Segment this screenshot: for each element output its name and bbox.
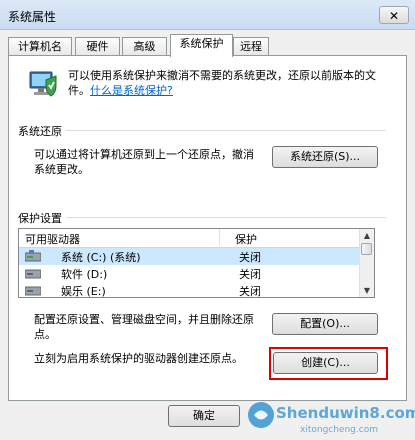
create-description: 立刻为启用系统保护的驱动器创建还原点。: [34, 352, 243, 365]
configure-description: 配置还原设置、管理磁盘空间，并且删除还原点。: [34, 313, 254, 341]
drive-status: 关闭: [239, 251, 261, 264]
protection-divider: [18, 217, 386, 218]
column-available-drives[interactable]: 可用驱动器: [25, 231, 80, 247]
tab-remote[interactable]: 远程: [233, 37, 269, 56]
drive-name: 软件 (D:): [61, 268, 108, 281]
drive-list[interactable]: 可用驱动器 保护 系统 (C:) (系统) 关闭 软件 (D:) 关闭 娱乐 (…: [18, 228, 375, 298]
tab-system-protection[interactable]: 系统保护: [170, 34, 233, 57]
watermark-url: xitongcheng.com: [300, 425, 378, 435]
restore-divider: [18, 130, 386, 131]
system-drive-icon: [25, 250, 41, 262]
window-title: 系统属性: [8, 10, 57, 24]
drive-status: 关闭: [239, 285, 261, 298]
scroll-up-icon[interactable]: ▲: [360, 229, 374, 242]
drive-status: 关闭: [239, 268, 261, 281]
drive-icon: [25, 286, 41, 296]
column-protection[interactable]: 保护: [235, 231, 257, 247]
column-divider: [219, 229, 220, 245]
intro-text-block: 可以使用系统保护来撤消不需要的系统更改，还原以前版本的文件。什么是系统保护?: [68, 68, 393, 98]
watermark-brand: Shenduwin8.com: [276, 404, 415, 422]
ok-button[interactable]: 确定: [168, 405, 240, 427]
close-button[interactable]: ✕: [379, 6, 409, 24]
drive-list-header: 可用驱动器 保护: [19, 229, 362, 248]
title-bar: 系统属性 ✕: [0, 0, 415, 30]
scroll-thumb[interactable]: [361, 243, 372, 255]
drive-name: 系统 (C:) (系统): [61, 251, 141, 264]
system-restore-button[interactable]: 系统还原(S)...: [272, 146, 378, 168]
tab-advanced[interactable]: 高级: [122, 37, 167, 56]
configure-button[interactable]: 配置(O)...: [272, 313, 378, 335]
create-button[interactable]: 创建(C)...: [273, 352, 378, 374]
drive-row-d[interactable]: 软件 (D:) 关闭: [19, 265, 362, 282]
restore-section-label: 系统还原: [18, 123, 66, 139]
drive-name: 娱乐 (E:): [61, 285, 106, 298]
site-logo-icon: [248, 402, 274, 428]
drive-row-e[interactable]: 娱乐 (E:) 关闭: [19, 282, 362, 298]
drive-icon: [25, 269, 41, 279]
computer-shield-icon: [29, 71, 57, 97]
restore-description: 可以通过将计算机还原到上一个还原点，撤消系统更改。: [34, 148, 254, 176]
drive-row-c[interactable]: 系统 (C:) (系统) 关闭: [19, 248, 362, 265]
close-icon: ✕: [388, 9, 400, 23]
protection-section-label: 保护设置: [18, 210, 66, 226]
scroll-down-icon[interactable]: ▼: [360, 284, 374, 297]
tab-hardware[interactable]: 硬件: [75, 37, 120, 56]
tab-computer-name[interactable]: 计算机名: [8, 37, 72, 56]
drive-list-scrollbar[interactable]: ▲ ▼: [359, 229, 374, 297]
what-is-system-protection-link[interactable]: 什么是系统保护?: [90, 84, 173, 97]
